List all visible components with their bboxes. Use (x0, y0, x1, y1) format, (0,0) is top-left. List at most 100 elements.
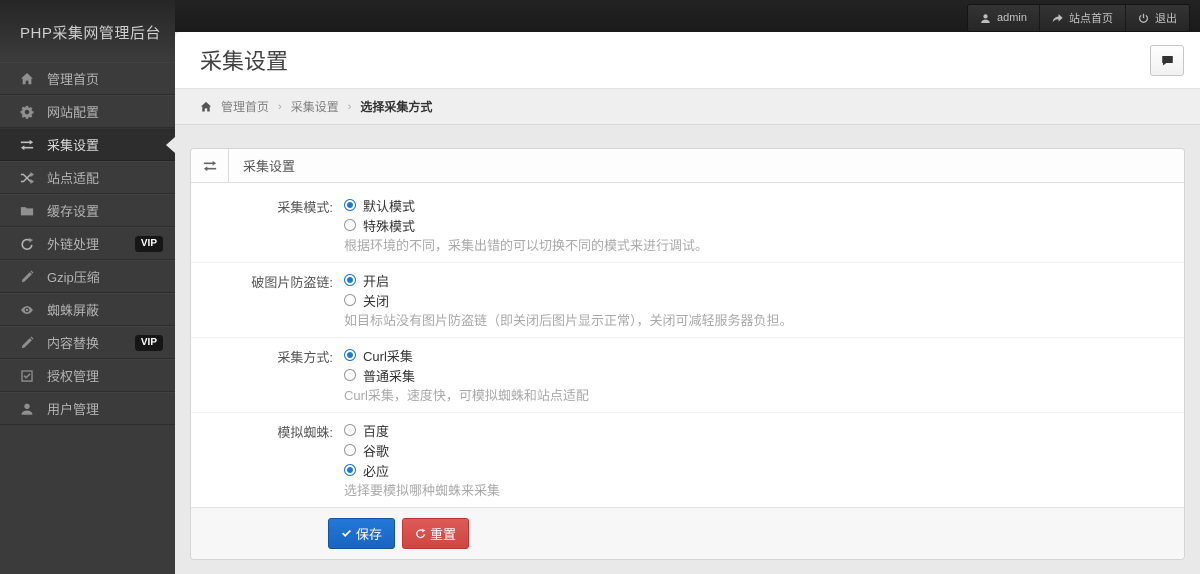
pencil-icon (20, 336, 34, 350)
radio-option-bing[interactable]: 必应 (344, 460, 500, 480)
repeat-icon (203, 159, 217, 173)
active-item-arrow (166, 136, 175, 153)
help-text: 根据环境的不同，采集出错的可以切换不同的模式来进行调试。 (344, 238, 709, 253)
site-home-label: 站点首页 (1069, 13, 1113, 25)
breadcrumb: 管理首页 › 采集设置 › 选择采集方式 (175, 88, 1200, 125)
gear-icon (20, 105, 34, 119)
radio-label: 默认模式 (363, 198, 416, 214)
check-square-icon (20, 369, 34, 383)
radio-checked[interactable] (344, 349, 356, 361)
sidebar-item-label: 站点适配 (47, 171, 100, 186)
sidebar-menu: 管理首页 网站配置 采集设置 站点适配 缓存设置 外链处理 VIP Gzip压缩… (0, 62, 175, 425)
radio-option-curl[interactable]: Curl采集 (344, 345, 589, 365)
radio-option-special-mode[interactable]: 特殊模式 (344, 215, 708, 235)
radio-label: Curl采集 (363, 348, 413, 364)
sidebar-item-auth-manage[interactable]: 授权管理 (0, 359, 175, 392)
user-icon (980, 13, 991, 24)
sidebar-item-label: 授权管理 (47, 369, 100, 384)
home-icon (20, 72, 34, 86)
folder-icon (20, 204, 34, 218)
radio-checked[interactable] (344, 199, 356, 211)
sidebar-item-site-config[interactable]: 网站配置 (0, 95, 175, 128)
sidebar-item-home[interactable]: 管理首页 (0, 62, 175, 95)
sidebar-item-label: 缓存设置 (47, 204, 100, 219)
sidebar-item-label: 蜘蛛屏蔽 (47, 303, 100, 318)
admin-user-label: admin (997, 12, 1027, 24)
logout-button[interactable]: 退出 (1125, 5, 1189, 31)
breadcrumb-separator: › (278, 100, 282, 113)
help-text: Curl采集，速度快，可模拟蜘蛛和站点适配 (344, 388, 589, 403)
site-home-button[interactable]: 站点首页 (1039, 5, 1125, 31)
reset-button[interactable]: 重置 (402, 518, 470, 549)
field-controls: 开启 关闭 如目标站没有图片防盗链（即关闭后图片显示正常），关闭可减轻服务器负担… (344, 270, 793, 330)
topbar: admin 站点首页 退出 (0, 0, 1200, 32)
sidebar-item-gzip[interactable]: Gzip压缩 (0, 260, 175, 293)
field-controls: 百度 谷歌 必应 选择要模拟哪种蜘蛛来采集 (344, 420, 500, 500)
breadcrumb-item-collect-settings[interactable]: 采集设置 (291, 98, 339, 115)
sidebar-item-user-manage[interactable]: 用户管理 (0, 392, 175, 425)
sidebar-item-site-adapt[interactable]: 站点适配 (0, 161, 175, 194)
content-area: 采集设置 采集模式: 默认模式 特殊模式 根据环境的不同，采集出错的可以切换不同… (175, 125, 1200, 560)
share-icon (1052, 13, 1063, 24)
comment-button[interactable] (1150, 45, 1184, 76)
field-label: 模拟蜘蛛: (277, 425, 333, 440)
eye-icon (20, 303, 34, 317)
topbar-actions: admin 站点首页 退出 (967, 4, 1190, 32)
radio-unchecked[interactable] (344, 219, 356, 231)
sidebar-item-external-links[interactable]: 外链处理 VIP (0, 227, 175, 260)
sidebar-item-label: 采集设置 (47, 138, 100, 153)
radio-option-baidu[interactable]: 百度 (344, 420, 500, 440)
sidebar-item-collect-settings[interactable]: 采集设置 (0, 128, 175, 161)
sidebar-item-label: Gzip压缩 (47, 270, 100, 285)
save-button[interactable]: 保存 (328, 518, 396, 549)
panel-header: 采集设置 (191, 149, 1184, 183)
radio-unchecked[interactable] (344, 444, 356, 456)
sidebar-item-label: 网站配置 (47, 105, 100, 120)
check-icon (341, 528, 352, 539)
radio-label: 百度 (363, 423, 390, 439)
radio-option-disable[interactable]: 关闭 (344, 290, 793, 310)
radio-label: 普通采集 (363, 368, 416, 384)
radio-label: 特殊模式 (363, 218, 416, 234)
vip-badge: VIP (134, 334, 163, 351)
radio-checked[interactable] (344, 274, 356, 286)
sidebar-item-content-replace[interactable]: 内容替换 VIP (0, 326, 175, 359)
refresh-icon (415, 528, 426, 539)
radio-unchecked[interactable] (344, 294, 356, 306)
panel-icon-cell (191, 149, 229, 182)
vip-badge: VIP (134, 235, 163, 252)
refresh-icon (20, 237, 34, 251)
repeat-icon (20, 138, 34, 152)
sidebar-item-spider-block[interactable]: 蜘蛛屏蔽 (0, 293, 175, 326)
radio-option-enable[interactable]: 开启 (344, 270, 793, 290)
pencil-icon (20, 270, 34, 284)
radio-option-default-mode[interactable]: 默认模式 (344, 195, 708, 215)
form-group-spider-simulation: 模拟蜘蛛: 百度 谷歌 必应 选择要模拟哪种蜘蛛来采集 (191, 413, 1184, 507)
breadcrumb-separator: › (347, 100, 352, 113)
radio-unchecked[interactable] (344, 369, 356, 381)
panel-footer: 保存 重置 (191, 507, 1184, 559)
panel-body: 采集模式: 默认模式 特殊模式 根据环境的不同，采集出错的可以切换不同的模式来进… (191, 183, 1184, 507)
comment-icon (1161, 54, 1174, 67)
form-group-collect-method: 采集方式: Curl采集 普通采集 Curl采集，速度快，可模拟蜘蛛和站点适配 (191, 338, 1184, 413)
page-header: 采集设置 (175, 32, 1200, 88)
sidebar-item-cache-settings[interactable]: 缓存设置 (0, 194, 175, 227)
sidebar-item-label: 内容替换 (47, 336, 100, 351)
help-text: 如目标站没有图片防盗链（即关闭后图片显示正常），关闭可减轻服务器负担。 (344, 313, 793, 328)
app-window: admin 站点首页 退出 PHP采集网管理后台 管理首页 网站配置 采集设置 … (0, 0, 1200, 574)
shuffle-icon (20, 171, 34, 185)
sidebar-item-label: 外链处理 (47, 237, 100, 252)
radio-unchecked[interactable] (344, 424, 356, 436)
radio-checked[interactable] (344, 464, 356, 476)
sidebar-item-label: 管理首页 (47, 72, 100, 87)
brand-logo: PHP采集网管理后台 (0, 0, 175, 56)
save-button-label: 保存 (356, 527, 383, 542)
breadcrumb-item-home[interactable]: 管理首页 (221, 98, 269, 115)
radio-option-google[interactable]: 谷歌 (344, 440, 500, 460)
field-label: 采集模式: (277, 200, 333, 215)
admin-user-button[interactable]: admin (968, 5, 1039, 31)
radio-option-normal[interactable]: 普通采集 (344, 365, 589, 385)
reset-button-label: 重置 (430, 527, 457, 542)
main-area: 采集设置 管理首页 › 采集设置 › 选择采集方式 采集设置 采集模式: 默认模… (175, 32, 1200, 574)
home-icon (200, 101, 212, 113)
